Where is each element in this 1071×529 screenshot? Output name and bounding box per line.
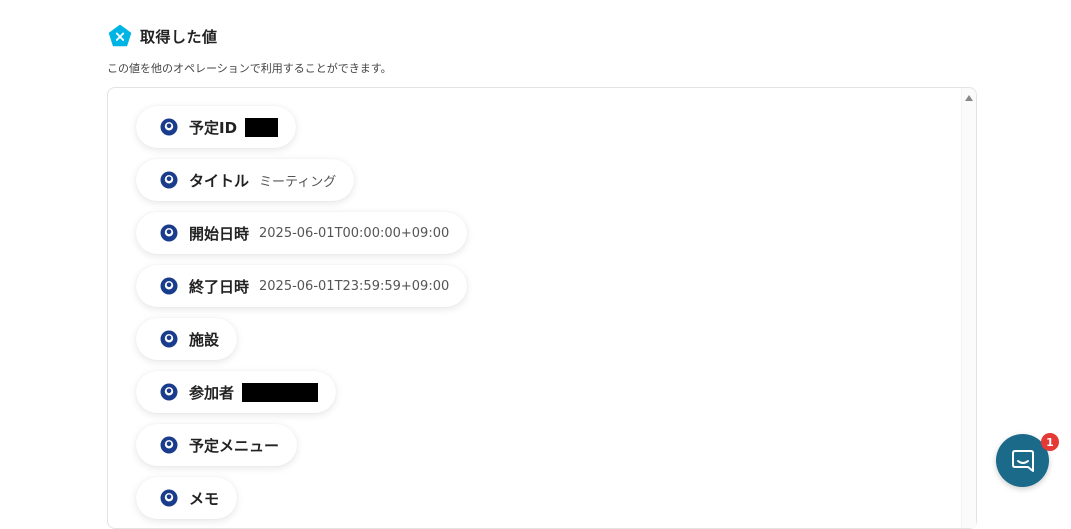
chip-label: メモ [189, 489, 220, 508]
value-chip-schedule-menu[interactable]: 予定メニュー [136, 424, 298, 466]
scroll-up-arrow-icon[interactable] [965, 95, 973, 101]
value-chip-memo[interactable]: メモ [136, 477, 238, 519]
value-chip-facility[interactable]: 施設 [136, 318, 238, 360]
chip-value: 2025-06-01T00:00:00+09:00 [259, 225, 450, 241]
chip-value: ミーティング [259, 174, 337, 190]
chip-label: タイトル [189, 171, 250, 190]
chip-label: 施設 [189, 330, 220, 349]
chip-label: 予定メニュー [189, 436, 280, 455]
value-chip-title[interactable]: タイトル ミーティング [136, 159, 355, 201]
value-chip-start-datetime[interactable]: 開始日時 2025-06-01T00:00:00+09:00 [136, 212, 468, 254]
circle-icon [160, 330, 178, 348]
chat-bubble-icon [1011, 449, 1034, 472]
circle-icon [160, 118, 178, 136]
chip-value: 2025-06-01T23:59:59+09:00 [259, 278, 450, 294]
notification-badge: 1 [1041, 433, 1059, 451]
value-chip-schedule-id[interactable]: 予定ID [136, 106, 297, 148]
chip-label: 開始日時 [189, 224, 250, 243]
circle-icon [160, 489, 178, 507]
section-header: 取得した値 [108, 24, 218, 48]
chip-label: 予定ID [189, 118, 238, 137]
chip-label: 参加者 [189, 383, 235, 402]
redacted-value [245, 117, 279, 137]
section-description: この値を他のオペレーションで利用することができます。 [107, 62, 392, 75]
value-chip-participants[interactable]: 参加者 [136, 371, 337, 413]
scrollbar[interactable] [961, 88, 976, 528]
page-title: 取得した値 [140, 27, 218, 46]
circle-icon [160, 171, 178, 189]
circle-icon [160, 383, 178, 401]
circle-icon [160, 277, 178, 295]
chip-label: 終了日時 [189, 277, 250, 296]
circle-icon [160, 224, 178, 242]
redacted-value [242, 382, 319, 402]
circle-icon [160, 436, 178, 454]
value-chip-end-datetime[interactable]: 終了日時 2025-06-01T23:59:59+09:00 [136, 265, 468, 307]
pentagon-x-icon [108, 24, 132, 47]
